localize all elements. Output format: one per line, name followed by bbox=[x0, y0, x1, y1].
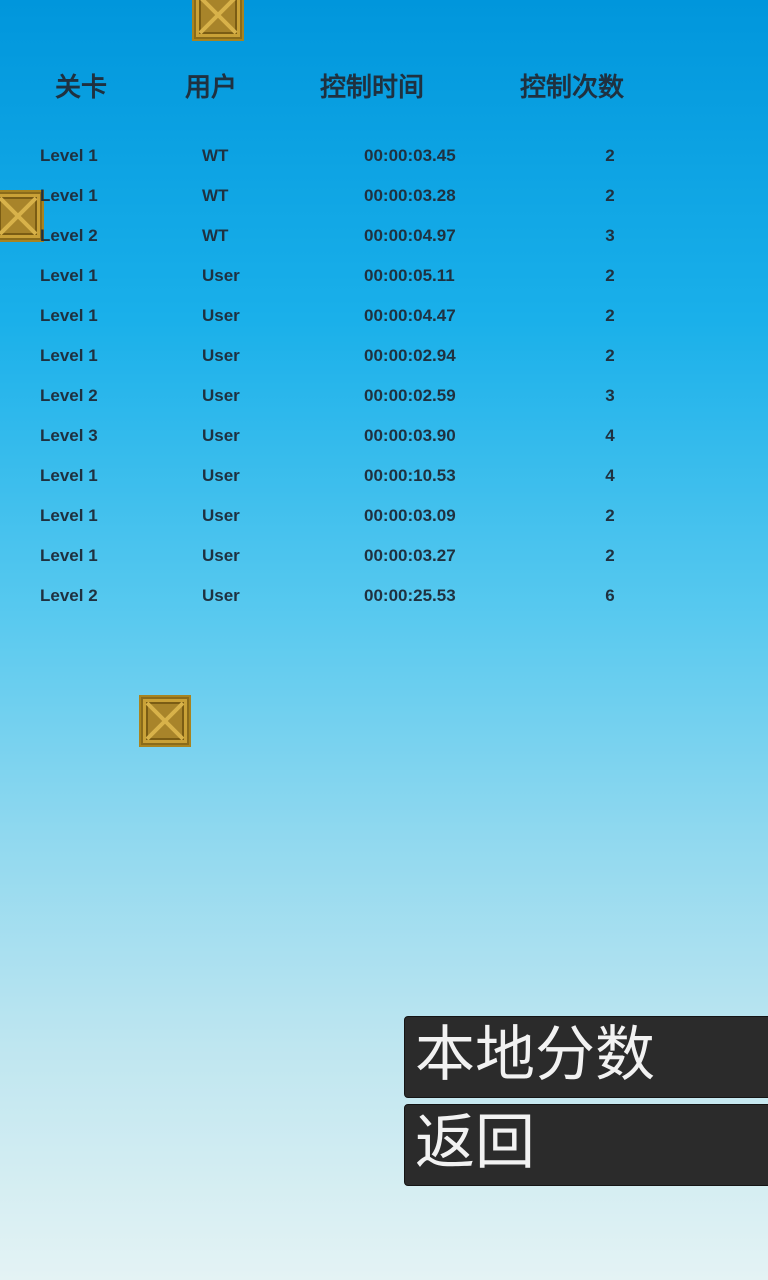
score-user: User bbox=[202, 386, 240, 405]
header-count: 控制次数 bbox=[520, 73, 625, 103]
score-row: Level 1 WT 00:00:03.45 2 bbox=[0, 136, 768, 176]
score-count: 4 bbox=[605, 426, 615, 445]
score-level: Level 1 bbox=[40, 306, 98, 325]
score-time: 00:00:04.47 bbox=[364, 306, 456, 325]
score-count: 2 bbox=[605, 266, 615, 285]
score-level: Level 2 bbox=[40, 586, 98, 605]
score-time: 00:00:05.11 bbox=[364, 266, 455, 285]
score-time: 00:00:03.90 bbox=[364, 426, 456, 445]
score-count: 3 bbox=[605, 226, 615, 245]
score-user: User bbox=[202, 426, 240, 445]
score-time: 00:00:25.53 bbox=[364, 586, 456, 605]
score-time: 00:00:02.59 bbox=[364, 386, 456, 405]
score-row: Level 3 User 00:00:03.90 4 bbox=[0, 416, 768, 456]
score-level: Level 1 bbox=[40, 266, 98, 285]
score-level: Level 2 bbox=[40, 386, 98, 405]
score-user: User bbox=[202, 506, 240, 525]
score-count: 6 bbox=[605, 586, 615, 605]
score-user: WT bbox=[202, 146, 229, 165]
score-level: Level 1 bbox=[40, 186, 98, 205]
score-count: 2 bbox=[605, 306, 615, 325]
score-time: 00:00:03.28 bbox=[364, 186, 456, 205]
score-row: Level 1 User 00:00:05.11 2 bbox=[0, 256, 768, 296]
score-level: Level 1 bbox=[40, 506, 98, 525]
score-count: 2 bbox=[605, 346, 615, 365]
score-row: Level 1 User 00:00:04.47 2 bbox=[0, 296, 768, 336]
score-user: User bbox=[202, 266, 240, 285]
score-table-header: 关卡 用户 控制时间 控制次数 bbox=[0, 70, 768, 106]
score-user: User bbox=[202, 466, 240, 485]
crate-icon bbox=[139, 695, 191, 747]
header-level: 关卡 bbox=[55, 73, 108, 103]
score-count: 4 bbox=[605, 466, 615, 485]
score-user: WT bbox=[202, 186, 229, 205]
score-user: WT bbox=[202, 226, 229, 245]
back-button[interactable]: 返回 bbox=[404, 1104, 768, 1186]
score-user: User bbox=[202, 546, 240, 565]
score-time: 00:00:04.97 bbox=[364, 226, 456, 245]
score-row: Level 1 User 00:00:03.09 2 bbox=[0, 496, 768, 536]
score-level: Level 3 bbox=[40, 426, 98, 445]
score-level: Level 1 bbox=[40, 546, 98, 565]
score-row: Level 2 WT 00:00:04.97 3 bbox=[0, 216, 768, 256]
score-time: 00:00:03.09 bbox=[364, 506, 456, 525]
score-level: Level 2 bbox=[40, 226, 98, 245]
score-count: 2 bbox=[605, 146, 615, 165]
score-count: 3 bbox=[605, 386, 615, 405]
score-row: Level 1 User 00:00:02.94 2 bbox=[0, 336, 768, 376]
score-time: 00:00:02.94 bbox=[364, 346, 456, 365]
score-row: Level 1 User 00:00:03.27 2 bbox=[0, 536, 768, 576]
score-time: 00:00:10.53 bbox=[364, 466, 456, 485]
score-level: Level 1 bbox=[40, 466, 98, 485]
score-row: Level 1 User 00:00:10.53 4 bbox=[0, 456, 768, 496]
score-level: Level 1 bbox=[40, 346, 98, 365]
crate-icon bbox=[192, 0, 244, 41]
score-user: User bbox=[202, 306, 240, 325]
score-row: Level 2 User 00:00:25.53 6 bbox=[0, 576, 768, 616]
score-row: Level 2 User 00:00:02.59 3 bbox=[0, 376, 768, 416]
score-count: 2 bbox=[605, 546, 615, 565]
score-count: 2 bbox=[605, 186, 615, 205]
score-time: 00:00:03.45 bbox=[364, 146, 456, 165]
header-time: 控制时间 bbox=[320, 73, 425, 103]
score-user: User bbox=[202, 586, 240, 605]
score-level: Level 1 bbox=[40, 146, 98, 165]
score-time: 00:00:03.27 bbox=[364, 546, 456, 565]
score-table: Level 1 WT 00:00:03.45 2 Level 1 WT 00:0… bbox=[0, 136, 768, 616]
score-count: 2 bbox=[605, 506, 615, 525]
header-user: 用户 bbox=[185, 73, 238, 103]
local-scores-button[interactable]: 本地分数 bbox=[404, 1016, 768, 1098]
score-user: User bbox=[202, 346, 240, 365]
score-row: Level 1 WT 00:00:03.28 2 bbox=[0, 176, 768, 216]
